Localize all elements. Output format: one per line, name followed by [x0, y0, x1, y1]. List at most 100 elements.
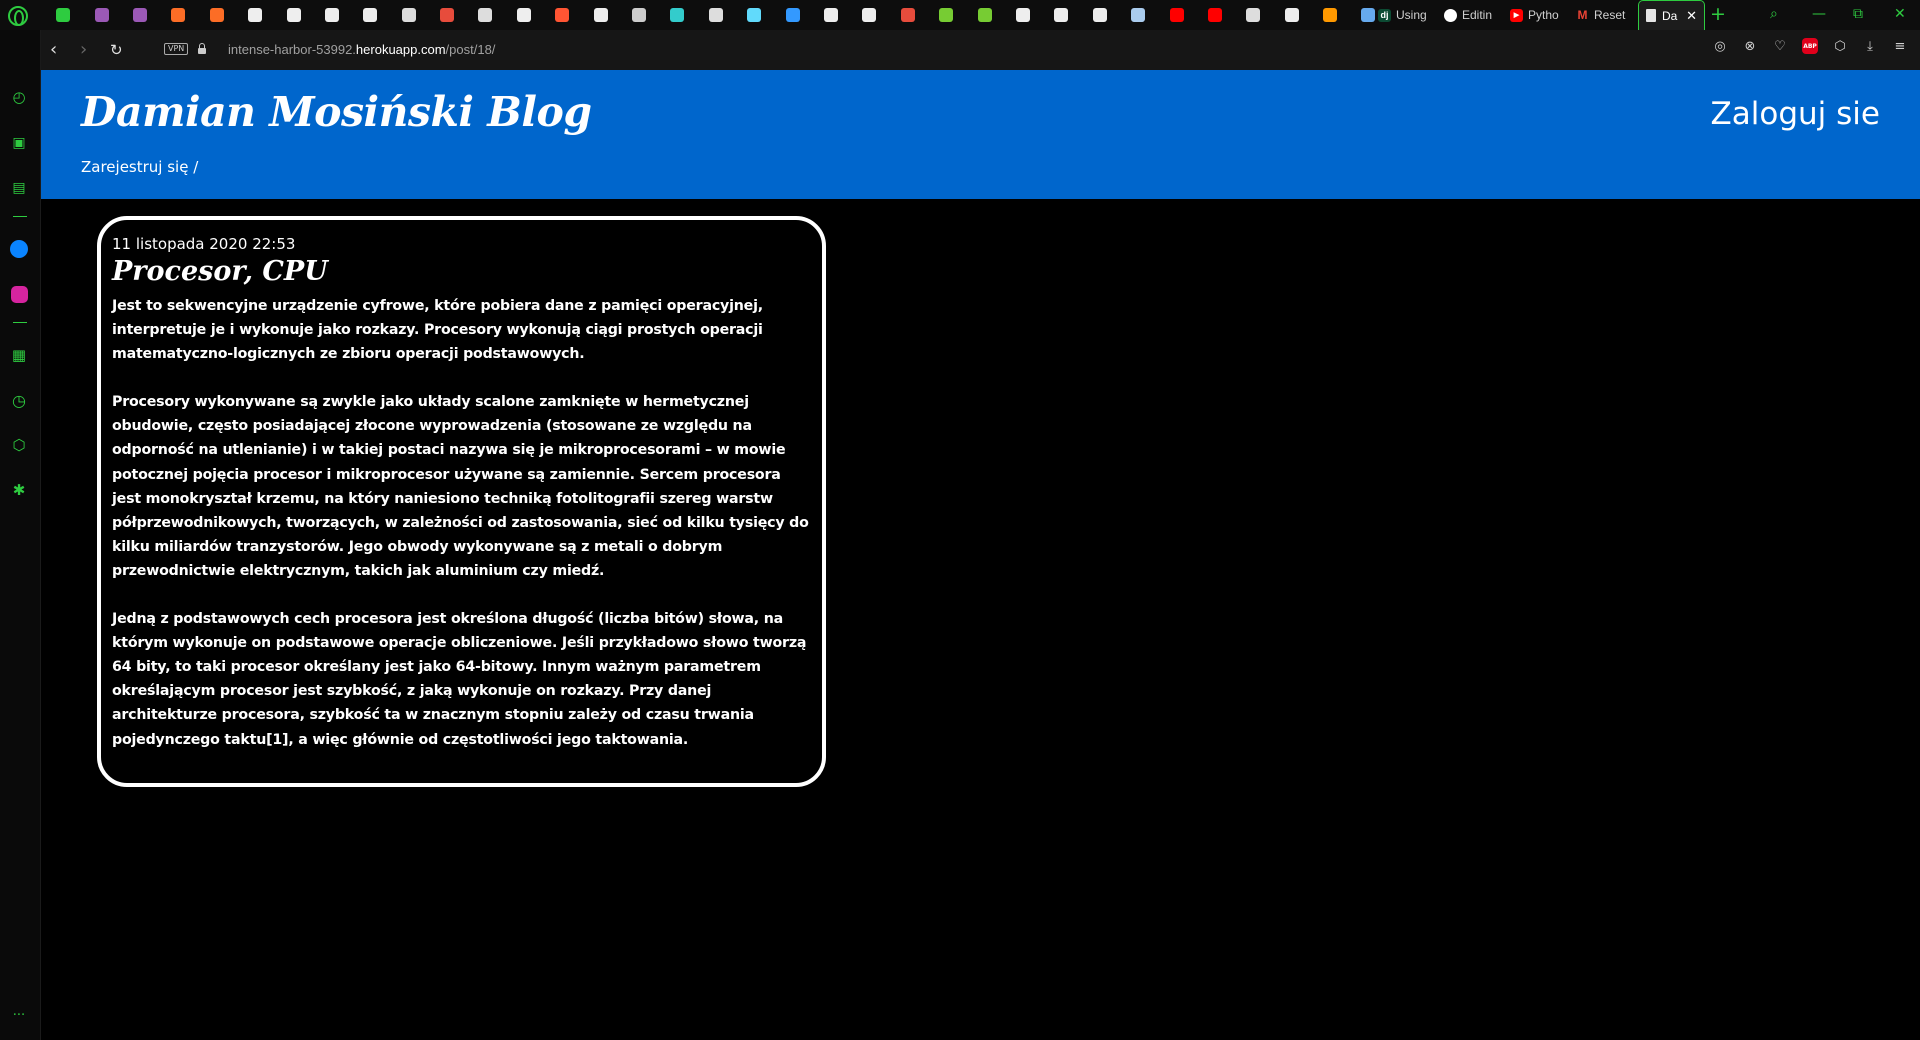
tab-python[interactable]: ▶ Pytho — [1504, 0, 1570, 30]
tab-favicon-icon — [1323, 8, 1338, 22]
pinned-tab[interactable] — [351, 0, 389, 30]
pinned-tab[interactable] — [1081, 0, 1119, 30]
tab-label: Reset — [1594, 8, 1626, 22]
tab-favicon-icon — [94, 8, 109, 22]
document-favicon-icon — [1646, 9, 1656, 22]
pinned-tab[interactable] — [236, 0, 274, 30]
pinned-tab[interactable] — [581, 0, 619, 30]
minimize-icon[interactable]: — — [1812, 4, 1826, 24]
adblock-plus-icon[interactable]: ABP — [1802, 38, 1818, 54]
close-window-icon[interactable]: ✕ — [1894, 4, 1906, 24]
tab-favicon-icon — [1092, 8, 1107, 22]
close-tab-icon[interactable]: ✕ — [1686, 8, 1697, 24]
sidebar-separator — [13, 216, 27, 217]
restore-icon[interactable]: ⧉ — [1853, 4, 1863, 24]
pinned-tab[interactable] — [390, 0, 428, 30]
site-header: Damian Mosiński Blog Zarejestruj się / Z… — [41, 70, 1920, 199]
downloads-icon[interactable]: ⤓ — [1862, 38, 1878, 54]
instagram-icon[interactable] — [10, 285, 28, 303]
pinned-tab[interactable] — [313, 0, 351, 30]
shopping-bag-icon[interactable]: ▣ — [10, 134, 28, 152]
tab-favicon-icon — [478, 8, 493, 22]
pinned-tab[interactable] — [889, 0, 927, 30]
new-tab-icon[interactable]: + — [1710, 3, 1726, 25]
extensions-icon[interactable]: ⬡ — [10, 436, 28, 454]
pinned-tab[interactable] — [82, 0, 120, 30]
settings-gear-icon[interactable]: ✱ — [10, 481, 28, 499]
site-brand-link[interactable]: Damian Mosiński Blog — [81, 88, 592, 136]
pinned-tab[interactable] — [159, 0, 197, 30]
pinned-tab[interactable] — [620, 0, 658, 30]
post-title[interactable]: Procesor, CPU — [112, 256, 812, 288]
tab-favicon-icon — [632, 8, 647, 22]
pinned-tab[interactable] — [1042, 0, 1080, 30]
tab-label: Editin — [1462, 8, 1493, 22]
pinned-tab[interactable] — [850, 0, 888, 30]
pinned-tab[interactable] — [121, 0, 159, 30]
opera-logo-icon[interactable] — [8, 6, 28, 26]
tab-favicon-icon — [593, 8, 608, 22]
pinned-tab[interactable] — [658, 0, 696, 30]
address-bar: ‹ › ↻ VPN intense-harbor-53992.herokuapp… — [40, 30, 1920, 70]
pinned-tab[interactable] — [1004, 0, 1042, 30]
pinned-tab[interactable] — [773, 0, 811, 30]
sidebar-more-icon[interactable]: ··· — [10, 1006, 28, 1024]
easy-setup-menu-icon[interactable]: ≡ — [1892, 38, 1908, 54]
youtube-favicon-icon: ▶ — [1510, 8, 1523, 22]
tracker-blocker-icon[interactable]: ⊗ — [1742, 38, 1758, 54]
vpn-badge[interactable]: VPN — [164, 43, 189, 55]
pinned-tab[interactable] — [697, 0, 735, 30]
tab-favicon-icon — [363, 8, 378, 22]
pinned-tab[interactable] — [466, 0, 504, 30]
login-link[interactable]: Zaloguj sie — [1711, 96, 1880, 132]
reload-icon[interactable]: ↻ — [110, 39, 123, 61]
pinned-tab[interactable] — [1234, 0, 1272, 30]
messenger-icon[interactable] — [10, 240, 28, 258]
pinned-tab[interactable] — [965, 0, 1003, 30]
pinned-tab[interactable] — [1273, 0, 1311, 30]
browser-sidebar: ◴ ▣ ▤ ▦ ◷ ⬡ ✱ ··· — [0, 30, 41, 1040]
url-host: intense-harbor-53992. — [228, 42, 356, 57]
tab-using[interactable]: dj Using — [1372, 0, 1438, 30]
active-tab[interactable]: Da ✕ — [1638, 0, 1705, 30]
extensions-cube-icon[interactable]: ⬡ — [1832, 38, 1848, 54]
tab-favicon-icon — [1015, 8, 1030, 22]
tab-favicon-icon — [939, 8, 954, 22]
pinned-tab[interactable] — [927, 0, 965, 30]
pinned-tab[interactable] — [735, 0, 773, 30]
tab-favicon-icon — [56, 8, 71, 22]
pinned-tab[interactable] — [1119, 0, 1157, 30]
pinned-tab[interactable] — [812, 0, 850, 30]
pinned-tab[interactable] — [1157, 0, 1195, 30]
tab-reset[interactable]: M Reset — [1570, 0, 1636, 30]
tab-favicon-icon — [708, 8, 723, 22]
register-link[interactable]: Zarejestruj się / — [81, 158, 198, 176]
pinned-tab[interactable] — [428, 0, 466, 30]
post-date: 11 listopada 2020 22:53 — [112, 235, 296, 253]
pinned-tab[interactable] — [198, 0, 236, 30]
url-field[interactable]: intense-harbor-53992.herokuapp.com/post/… — [228, 42, 495, 57]
pinned-tab[interactable] — [1311, 0, 1349, 30]
tab-favicon-icon — [248, 8, 263, 22]
tab-search-icon[interactable]: ⌕ — [1770, 4, 1778, 24]
snapshot-camera-icon[interactable]: ◎ — [1712, 38, 1728, 54]
forward-icon[interactable]: › — [80, 39, 87, 61]
tab-favicon-icon — [824, 8, 838, 22]
workspaces-icon[interactable]: ▦ — [10, 346, 28, 364]
lock-icon[interactable] — [198, 43, 206, 54]
tab-favicon-icon — [440, 8, 455, 22]
back-icon[interactable]: ‹ — [50, 39, 57, 61]
tab-editing[interactable]: Editin — [1438, 0, 1504, 30]
pinned-tab[interactable] — [543, 0, 581, 30]
django-favicon-icon: dj — [1378, 8, 1391, 22]
pinned-tab[interactable] — [274, 0, 312, 30]
bookmark-heart-icon[interactable]: ♡ — [1772, 38, 1788, 54]
pinned-tab[interactable] — [505, 0, 543, 30]
history-icon[interactable]: ◷ — [10, 391, 28, 410]
pinned-tab[interactable] — [1196, 0, 1234, 30]
speed-dial-icon[interactable]: ◴ — [10, 88, 28, 106]
tab-favicon-icon — [555, 8, 570, 22]
pinned-tab[interactable] — [44, 0, 82, 30]
tab-strip: dj Using Editin ▶ Pytho M Reset Da ✕ + ⌕… — [0, 0, 1920, 31]
twitch-icon[interactable]: ▤ — [10, 179, 28, 197]
